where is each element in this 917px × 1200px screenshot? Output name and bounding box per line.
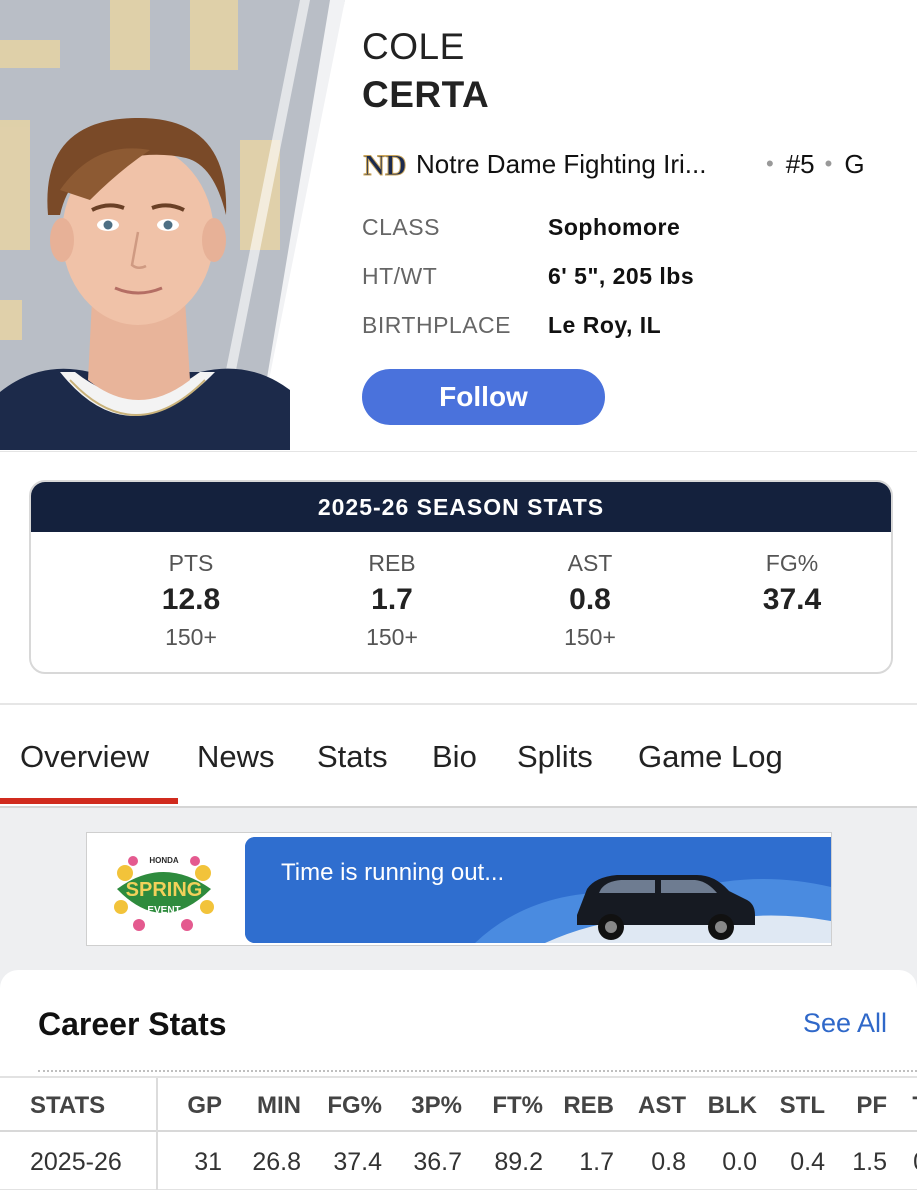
career-stats-card: Career Stats See All STATS GP MIN FG% 3P… — [0, 970, 917, 1200]
table-header-row: STATS GP MIN FG% 3P% FT% REB AST BLK STL… — [0, 1076, 917, 1134]
divider — [38, 1070, 917, 1072]
ad-banner[interactable]: HONDA SPRING EVENT Time is running out..… — [86, 832, 832, 946]
honda-spring-event-logo: HONDA SPRING EVENT — [87, 833, 245, 945]
stat-ast: AST 0.8 150+ — [510, 546, 670, 654]
see-all-link[interactable]: See All — [803, 1008, 887, 1039]
table-row: 2025-26 31 26.8 37.4 36.7 89.2 1.7 0.8 0… — [0, 1134, 917, 1190]
info-value: Sophomore — [548, 213, 681, 240]
tab-news[interactable]: News — [197, 705, 275, 808]
column-header[interactable]: FT% — [492, 1078, 543, 1134]
season-stats-card: 2025-26 SEASON STATS PTS 12.8 150+ REB 1… — [29, 480, 893, 674]
info-value: Le Roy, IL — [548, 311, 662, 338]
player-header: COLE CERTA ND Notre Dame Fighting Iri...… — [0, 0, 917, 450]
tab-stats[interactable]: Stats — [317, 705, 388, 808]
table-cell: 26.8 — [252, 1148, 301, 1176]
stat-label: PTS — [168, 550, 214, 576]
player-position: G — [844, 148, 865, 179]
player-headshot — [0, 0, 360, 450]
stat-rank — [712, 620, 872, 654]
follow-button[interactable]: Follow — [362, 369, 605, 425]
career-stats-title: Career Stats — [38, 1006, 227, 1042]
player-tabs: Overview News Stats Bio Splits Game Log — [0, 705, 917, 808]
column-header[interactable]: T — [912, 1078, 917, 1134]
table-cell: 89.2 — [494, 1148, 543, 1176]
column-header[interactable]: 3P% — [411, 1078, 462, 1134]
info-value: 6' 5", 205 lbs — [548, 262, 695, 289]
table-cell: 2025-26 — [30, 1148, 122, 1176]
stat-value: 12.8 — [161, 583, 221, 616]
column-header[interactable]: MIN — [257, 1078, 301, 1134]
stat-label: REB — [368, 550, 416, 576]
team-row: ND Notre Dame Fighting Iri... • #5 • G — [362, 142, 902, 186]
player-first-name: COLE — [362, 26, 465, 67]
notre-dame-nd-logo-icon[interactable]: ND — [362, 142, 408, 186]
table-cell: 37.4 — [333, 1148, 382, 1176]
ad-badge-line1: SPRING — [126, 879, 203, 901]
table-cell: 1.5 — [852, 1148, 887, 1176]
stat-value: 1.7 — [371, 583, 413, 616]
stat-label: AST — [567, 550, 613, 576]
info-row-height-weight: HT/WT 6' 5", 205 lbs — [362, 258, 694, 294]
column-header[interactable]: BLK — [708, 1078, 757, 1134]
table-cell: 0 — [913, 1134, 917, 1190]
info-row-class: CLASS Sophomore — [362, 209, 680, 245]
divider — [0, 451, 917, 452]
player-last-name: CERTA — [362, 74, 490, 115]
stat-value: 37.4 — [762, 583, 822, 616]
table-cell: 0.8 — [651, 1148, 686, 1176]
ad-brand-text: HONDA — [149, 856, 179, 865]
column-header[interactable]: FG% — [327, 1078, 382, 1134]
table-cell: 0.4 — [790, 1148, 825, 1176]
ad-creative[interactable]: Time is running out... — [245, 837, 831, 943]
tab-game-log[interactable]: Game Log — [638, 705, 783, 808]
column-header[interactable]: STL — [780, 1078, 825, 1134]
info-label: BIRTHPLACE — [362, 311, 512, 338]
active-tab-indicator — [0, 798, 178, 804]
column-header[interactable]: REB — [563, 1078, 614, 1134]
separator-dot: • — [824, 151, 833, 176]
tab-bio[interactable]: Bio — [432, 705, 477, 808]
ad-headline: Time is running out... — [281, 859, 505, 886]
table-cell: 1.7 — [579, 1148, 614, 1176]
stat-pts: PTS 12.8 150+ — [111, 546, 271, 654]
table-cell: 0.0 — [722, 1148, 757, 1176]
stat-fg-pct: FG% 37.4 — [712, 546, 872, 654]
jersey-number: #5 — [785, 148, 815, 179]
stat-label: FG% — [765, 550, 819, 576]
ad-badge-line2: EVENT — [147, 905, 180, 916]
info-label: HT/WT — [362, 262, 438, 289]
column-header[interactable]: GP — [187, 1078, 222, 1134]
stat-reb: REB 1.7 150+ — [312, 546, 472, 654]
info-row-birthplace: BIRTHPLACE Le Roy, IL — [362, 307, 661, 343]
column-header[interactable]: AST — [638, 1078, 686, 1134]
column-header[interactable]: PF — [856, 1078, 887, 1134]
separator-dot: • — [766, 151, 774, 176]
tab-splits[interactable]: Splits — [517, 705, 593, 808]
info-label: CLASS — [362, 213, 440, 240]
stat-rank: 150+ — [165, 624, 217, 650]
team-name-link[interactable]: Notre Dame Fighting Iri... — [416, 149, 756, 180]
table-cell: 31 — [194, 1148, 222, 1176]
stat-value: 0.8 — [569, 583, 611, 616]
season-stats-title: 2025-26 SEASON STATS — [31, 482, 891, 532]
stat-rank: 150+ — [564, 624, 616, 650]
column-header: STATS — [30, 1092, 106, 1119]
tab-overview[interactable]: Overview — [20, 705, 149, 808]
table-cell: 36.7 — [413, 1148, 462, 1176]
stat-rank: 150+ — [366, 624, 418, 650]
svg-text:ND: ND — [363, 149, 406, 182]
